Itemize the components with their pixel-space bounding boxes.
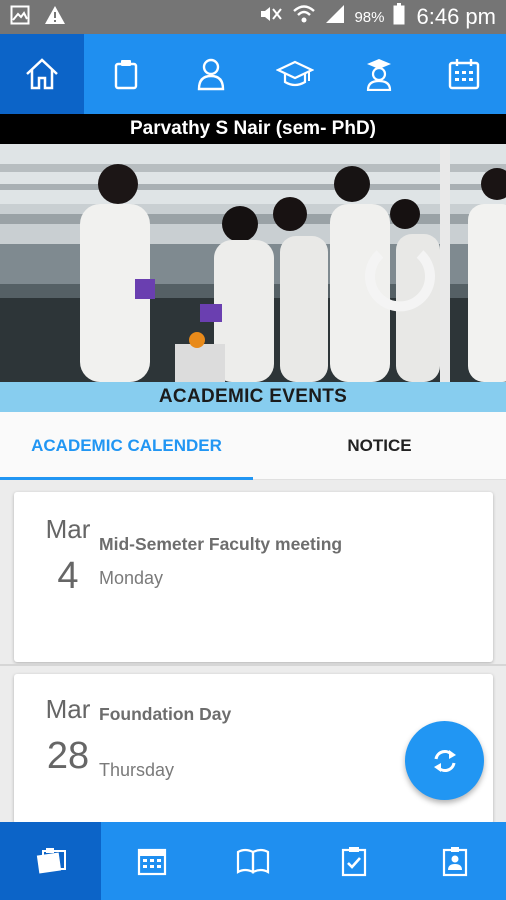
event-day: 4 [57, 555, 79, 597]
bottom-nav-calendar[interactable] [101, 822, 202, 900]
event-weekday: Monday [99, 568, 164, 588]
clipboard-icon [115, 60, 138, 90]
book-icon [236, 848, 270, 874]
graduation-cap-icon [276, 60, 315, 87]
calendar-grid-icon [137, 848, 166, 876]
tab-academic-calender[interactable]: ACADEMIC CALENDER [0, 412, 253, 480]
nav-student[interactable] [337, 34, 421, 114]
user-name: Parvathy S Nair (sem- PhD) [129, 118, 377, 139]
student-icon [367, 59, 392, 91]
event-title: Mid-Semeter Faculty meeting [99, 534, 343, 554]
home-icon [26, 58, 59, 90]
events-tabs: ACADEMIC CALENDER NOTICE [0, 412, 506, 480]
calendar-icon [448, 59, 479, 90]
list-divider [0, 664, 506, 666]
event-title: Foundation Day [99, 704, 232, 724]
tab-notice[interactable]: NOTICE [253, 412, 506, 479]
event-date: Mar 4 [28, 514, 108, 598]
top-nav [0, 34, 506, 114]
event-date: Mar 28 [28, 694, 108, 778]
academic-events-header: ACADEMIC EVENTS [0, 382, 506, 412]
person-icon [197, 58, 225, 91]
nav-academics[interactable] [253, 34, 337, 114]
warning-icon [44, 5, 66, 30]
app-screen: 98% 6:46 pm Parvathy S Nair (sem- PhD) A… [0, 0, 506, 900]
academic-events-title: ACADEMIC EVENTS [158, 386, 348, 407]
event-day: 28 [46, 735, 90, 777]
image-icon [10, 5, 30, 30]
nav-clipboard[interactable] [84, 34, 168, 114]
refresh-button[interactable] [405, 721, 484, 800]
wifi-icon [292, 4, 316, 30]
bottom-nav-checklist[interactable] [304, 822, 405, 900]
bottom-nav-notes[interactable] [0, 822, 102, 900]
event-weekday: Thursday [99, 760, 175, 780]
checklist-icon [342, 847, 367, 877]
mute-icon [258, 4, 284, 30]
nav-profile[interactable] [169, 34, 253, 114]
refresh-icon [433, 749, 456, 772]
user-name-bar: Parvathy S Nair (sem- PhD) [0, 114, 506, 144]
event-month: Mar [45, 514, 91, 544]
event-month: Mar [45, 694, 91, 724]
bottom-nav-book[interactable] [202, 822, 303, 900]
event-card[interactable]: Mar 4 Mid-Semeter Faculty meeting Monday [14, 492, 493, 662]
clock: 6:46 pm [416, 4, 497, 29]
battery-icon [393, 3, 405, 31]
notes-icon [36, 848, 66, 874]
laboratory-students-photo [0, 144, 506, 382]
id-badge-icon [443, 847, 468, 877]
bottom-nav-id-card[interactable] [405, 822, 506, 900]
signal-icon [324, 4, 346, 30]
status-bar: 98% 6:46 pm [0, 0, 506, 34]
bottom-nav [0, 822, 506, 900]
battery-percent: 98% [354, 8, 385, 26]
nav-calendar[interactable] [422, 34, 506, 114]
nav-home[interactable] [0, 34, 85, 114]
